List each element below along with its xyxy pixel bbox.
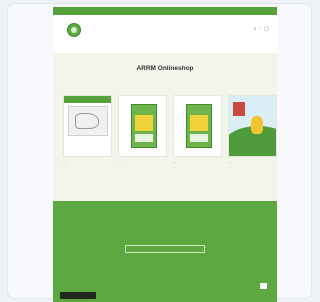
product-card[interactable]: → — [173, 95, 222, 165]
site-footer — [53, 201, 277, 302]
arrow-right-icon: → — [63, 160, 67, 164]
product-grid: → → → → — [63, 95, 277, 165]
product-image[interactable] — [118, 95, 167, 157]
product-card[interactable]: → — [118, 95, 167, 165]
product-card[interactable]: → — [228, 95, 277, 165]
header-icons: ⌕ ◦ ▢ — [254, 26, 269, 32]
announcement-bar — [53, 7, 277, 15]
logo[interactable] — [67, 23, 81, 37]
product-title[interactable]: → — [118, 160, 167, 165]
product-title[interactable]: → — [63, 160, 112, 165]
product-title[interactable]: → — [173, 160, 222, 165]
page-title: ARRM Onlineshop — [136, 65, 194, 72]
search-icon[interactable]: ⌕ — [254, 26, 257, 32]
arrow-right-icon: → — [173, 160, 177, 164]
image-band — [64, 96, 111, 103]
product-title[interactable]: → — [228, 160, 277, 165]
cart-icon[interactable]: ▢ — [264, 26, 269, 32]
arrow-right-icon: → — [228, 160, 232, 164]
hero-section: ARRM Onlineshop → → → → — [53, 53, 277, 201]
product-image[interactable] — [63, 95, 112, 157]
product-card[interactable]: → — [63, 95, 112, 165]
illustration-shape — [233, 102, 245, 116]
map-illustration — [68, 106, 108, 136]
arrow-right-icon: → — [118, 160, 122, 164]
book-cover — [186, 104, 212, 148]
illustration-bird — [251, 116, 263, 134]
product-image[interactable] — [173, 95, 222, 157]
shop-page: ⌕ ◦ ▢ ARRM Onlineshop → → → → — [53, 7, 277, 302]
account-icon[interactable]: ◦ — [259, 26, 261, 32]
book-cover — [131, 104, 157, 148]
chat-button[interactable] — [60, 292, 96, 299]
payment-icon — [260, 283, 267, 289]
product-image[interactable] — [228, 95, 277, 157]
newsletter-email-input[interactable] — [125, 245, 205, 253]
site-header: ⌕ ◦ ▢ — [53, 15, 277, 53]
